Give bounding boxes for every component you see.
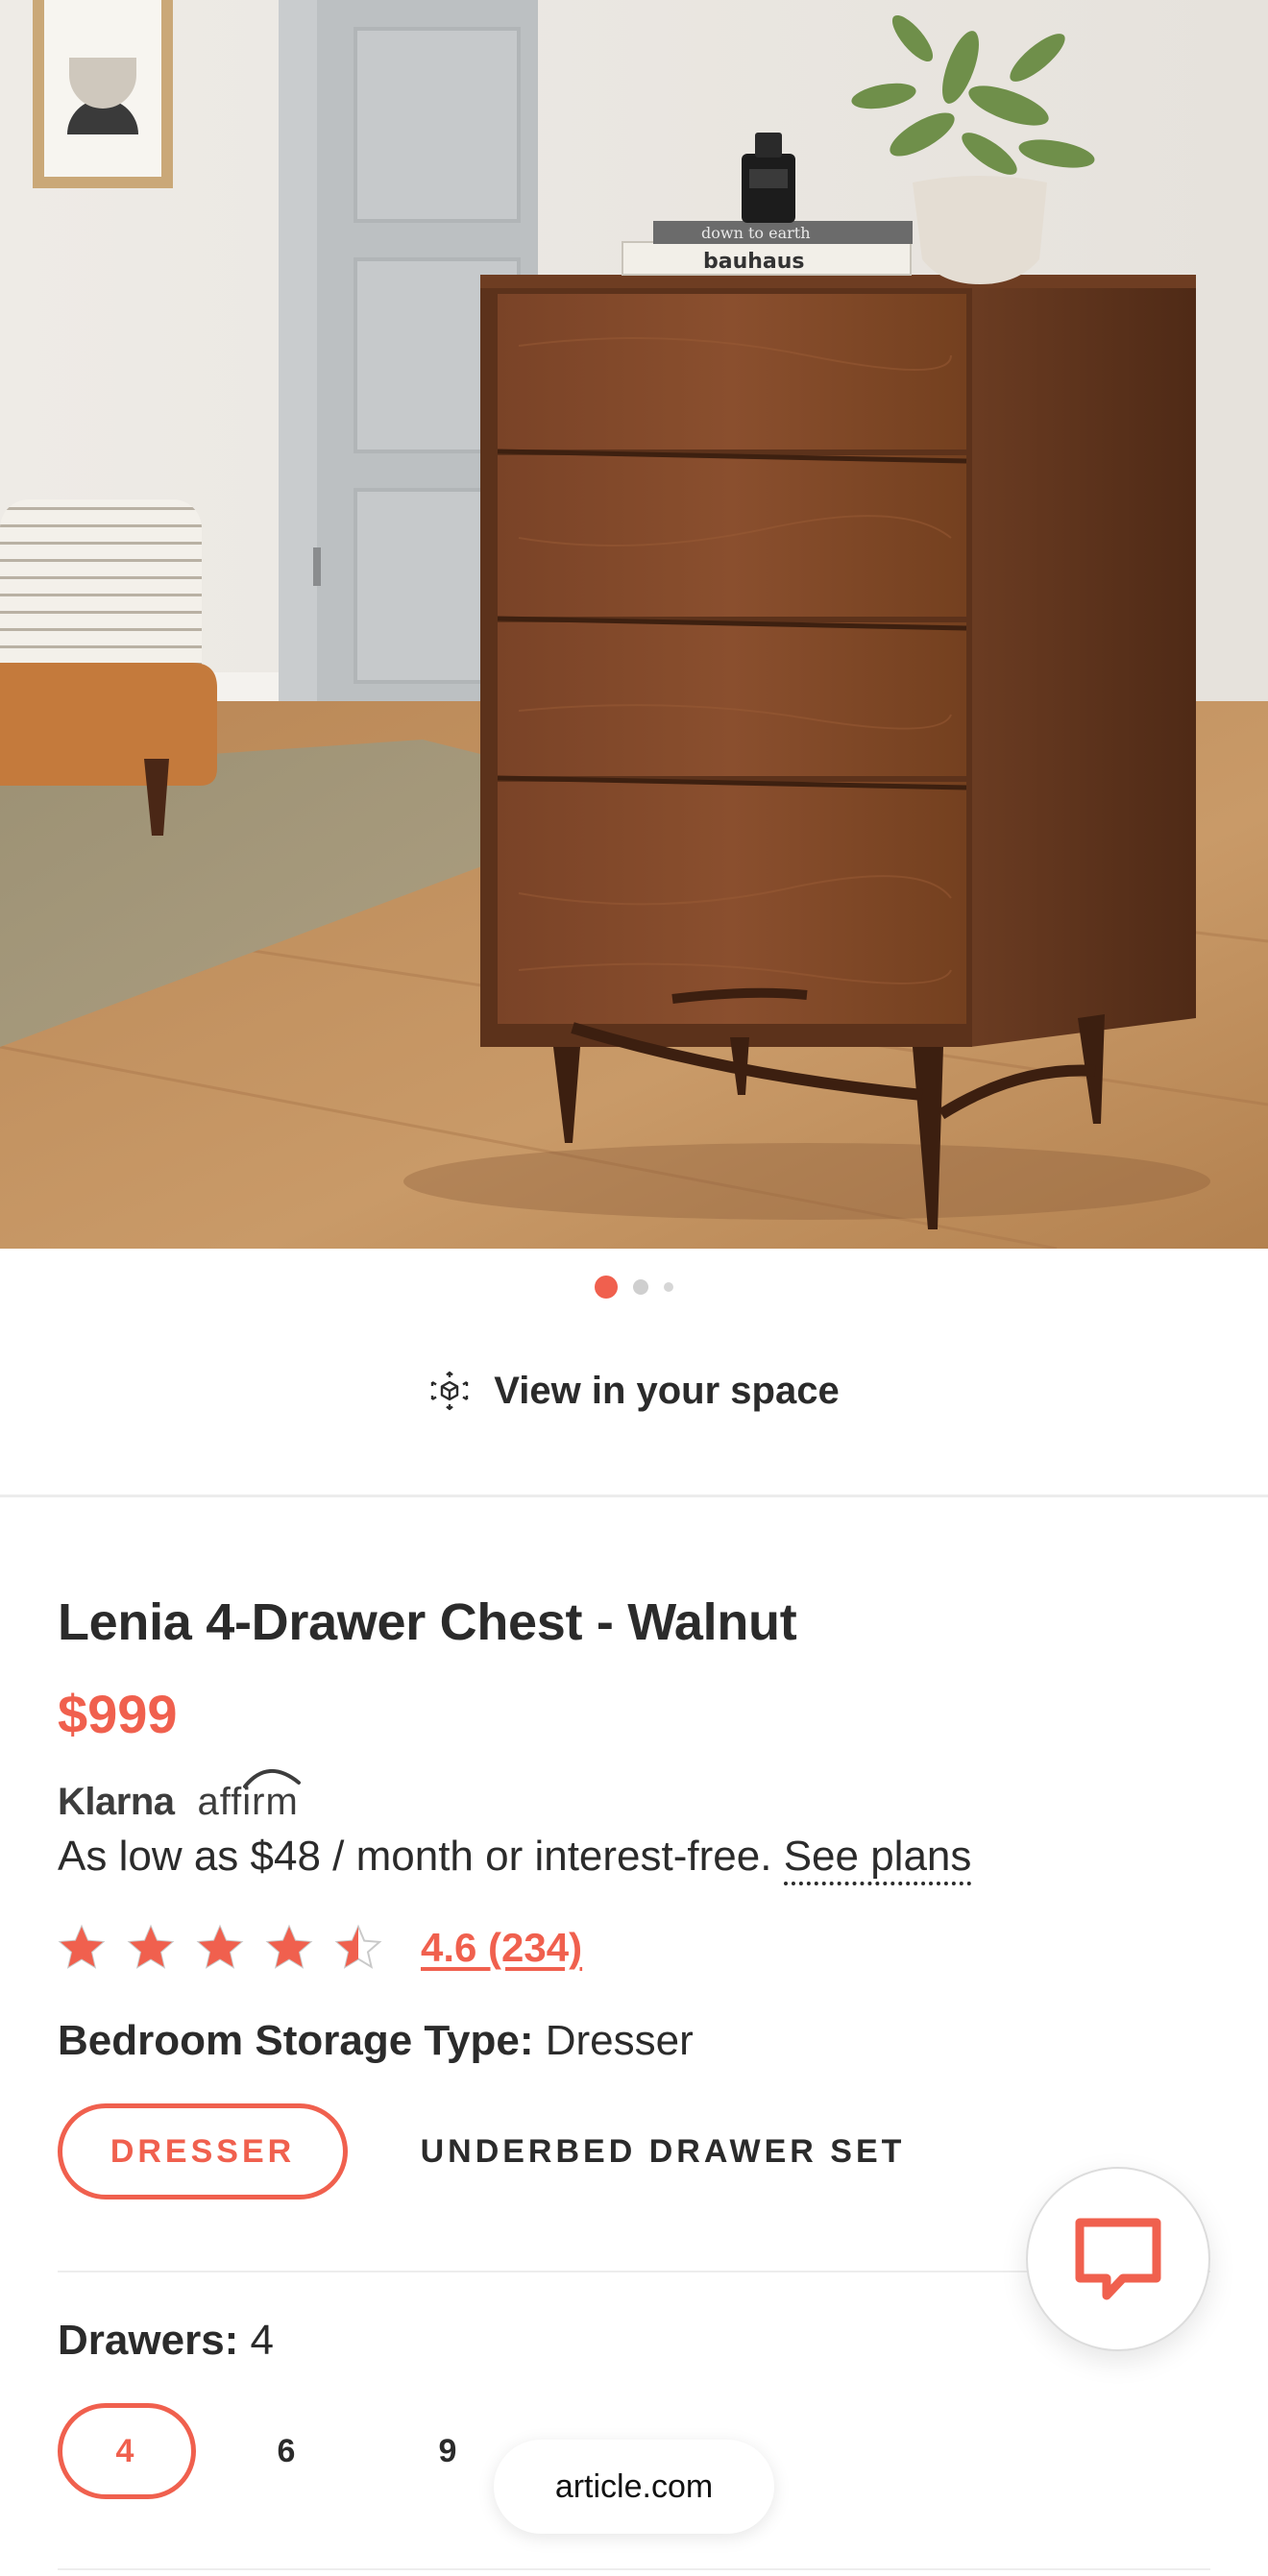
klarna-logo: Klarna (58, 1781, 175, 1823)
star-full-icon (265, 1924, 313, 1969)
ar-cube-icon (431, 1371, 469, 1411)
financing-logos: Klarna affirm (58, 1768, 301, 1823)
view-in-your-space-label: View in your space (494, 1369, 840, 1412)
drawers-label: Drawers: 4 (58, 2317, 274, 2365)
drawers-selected-value: 4 (250, 2317, 275, 2364)
option-drawers-4[interactable]: 4 (58, 2403, 196, 2499)
financing-text: As low as $48 / month or interest-free. … (58, 1833, 972, 1885)
carousel-dot-3[interactable] (664, 1282, 673, 1292)
carousel-indicator[interactable] (0, 1274, 1268, 1300)
product-photo: down to earth bauhaus (0, 0, 1268, 1249)
view-in-your-space-button[interactable]: View in your space (0, 1354, 1268, 1427)
option-dresser[interactable]: DRESSER (58, 2103, 348, 2199)
chat-button[interactable] (1026, 2167, 1210, 2351)
browser-url-bar[interactable]: article.com (494, 2440, 774, 2534)
option-underbed-drawer-set[interactable]: UNDERBED DRAWER SET (403, 2103, 922, 2199)
reviews-link[interactable]: 4.6 (234) (421, 1925, 582, 1971)
bottom-divider (58, 2568, 1210, 2570)
star-full-icon (127, 1924, 175, 1969)
option-drawers-6[interactable]: 6 (231, 2403, 346, 2499)
book-bottom-title: bauhaus (703, 250, 805, 274)
financing-message: As low as $48 / month or interest-free. (58, 1833, 772, 1880)
drawers-label-key: Drawers: (58, 2317, 239, 2364)
book-top-title: down to earth (701, 224, 811, 242)
storage-type-label: Bedroom Storage Type: Dresser (58, 2017, 694, 2065)
option-drawers-9[interactable]: 9 (392, 2403, 507, 2499)
product-image[interactable]: down to earth bauhaus (0, 0, 1268, 1249)
product-price: $999 (58, 1684, 178, 1744)
carousel-dot-2[interactable] (633, 1279, 648, 1295)
storage-type-label-key: Bedroom Storage Type: (58, 2017, 534, 2064)
section-divider (0, 1495, 1268, 1497)
storage-type-selected-value: Dresser (545, 2017, 694, 2064)
chat-bubble-icon (1075, 2218, 1161, 2300)
carousel-dot-1[interactable] (595, 1276, 618, 1299)
rating-stars (58, 1924, 382, 1972)
see-plans-link[interactable]: See plans (783, 1833, 972, 1885)
star-full-icon (58, 1924, 106, 1969)
product-title: Lenia 4-Drawer Chest - Walnut (58, 1593, 797, 1651)
star-half-icon (334, 1924, 382, 1969)
product-rating: 4.6 (234) (58, 1919, 582, 1977)
affirm-logo: affirm (198, 1768, 301, 1821)
affirm-arc-icon (242, 1768, 301, 1788)
star-full-icon (196, 1924, 244, 1969)
